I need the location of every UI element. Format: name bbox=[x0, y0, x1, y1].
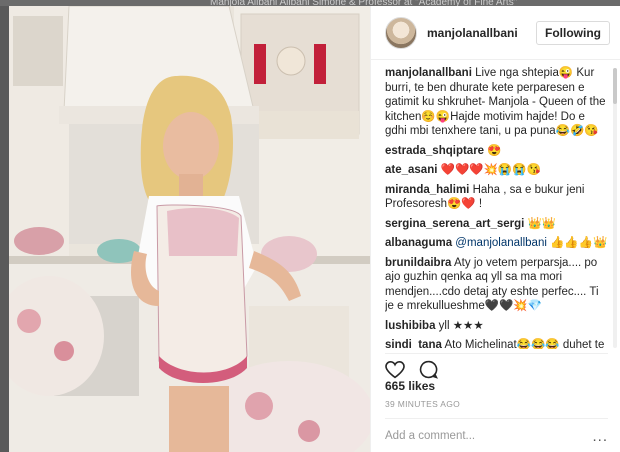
list-item: estrada_shqiptare 😍 bbox=[385, 144, 608, 159]
scroll-thumb[interactable] bbox=[613, 68, 617, 104]
caption-comment: manjolanallbani Live nga shtepia😜 Kur bu… bbox=[385, 66, 608, 139]
post-modal: manjolanallbani Following manjolanallban… bbox=[9, 6, 620, 452]
comments-list: manjolanallbani Live nga shtepia😜 Kur bu… bbox=[385, 66, 608, 349]
mention-link[interactable]: @manjolanallbani bbox=[452, 237, 547, 249]
comment-user[interactable]: sindi_tana bbox=[385, 339, 442, 349]
more-options-icon[interactable]: ... bbox=[592, 428, 608, 445]
post-sidebar: manjolanallbani Following manjolanallban… bbox=[370, 6, 620, 452]
comment-user[interactable]: brunildaibra bbox=[385, 257, 451, 269]
list-item: miranda_halimi Haha , sa e bukur jeni Pr… bbox=[385, 183, 608, 212]
list-item: lushibiba yll ★★★ bbox=[385, 319, 608, 334]
comment-user[interactable]: ate_asani bbox=[385, 164, 437, 176]
comment-user[interactable]: estrada_shqiptare bbox=[385, 145, 484, 157]
add-comment-input[interactable]: Add a comment... bbox=[385, 430, 592, 442]
list-item: sergina_serena_art_sergi 👑👑 bbox=[385, 217, 608, 232]
list-item: sindi_tana Ato Michelinat😂😂😂 duhet te bbox=[385, 338, 608, 349]
post-photo[interactable] bbox=[9, 6, 370, 452]
comment-user[interactable]: sergina_serena_art_sergi bbox=[385, 218, 524, 230]
comment-text: yll ★★★ bbox=[435, 319, 484, 332]
comment-user[interactable]: manjolanallbani bbox=[385, 67, 472, 79]
comment-text: Ato Michelinat😂😂😂 duhet te bbox=[441, 339, 605, 349]
kitchen-photo bbox=[9, 6, 370, 452]
comment-text: ❤️❤️❤️💥😭😭😘 bbox=[437, 164, 541, 176]
comment-text: 👑👑 bbox=[524, 217, 557, 230]
comment-user[interactable]: lushibiba bbox=[385, 320, 435, 332]
comment-text: 👍👍👍👑 bbox=[546, 237, 608, 249]
list-item: brunildaibra Aty jo vetem perparsja.... … bbox=[385, 256, 608, 314]
likes-count[interactable]: 665 likes bbox=[385, 379, 435, 393]
post-header: manjolanallbani Following bbox=[371, 6, 620, 60]
add-comment-bar: Add a comment... ... bbox=[385, 418, 608, 452]
username-link[interactable]: manjolanallbani bbox=[427, 26, 536, 40]
list-item: ate_asani ❤️❤️❤️💥😭😭😘 bbox=[385, 163, 608, 178]
avatar[interactable] bbox=[385, 16, 417, 49]
following-button[interactable]: Following bbox=[536, 20, 610, 45]
comment-user[interactable]: albanaguma bbox=[385, 237, 452, 249]
list-item: albanaguma @manjolanallbani 👍👍👍👑 bbox=[385, 236, 608, 251]
comments-scrollbar[interactable] bbox=[613, 68, 617, 348]
post-timestamp[interactable]: 39 MINUTES AGO bbox=[385, 399, 460, 409]
comment-text: 😍 bbox=[484, 144, 502, 157]
comment-user[interactable]: miranda_halimi bbox=[385, 184, 469, 196]
